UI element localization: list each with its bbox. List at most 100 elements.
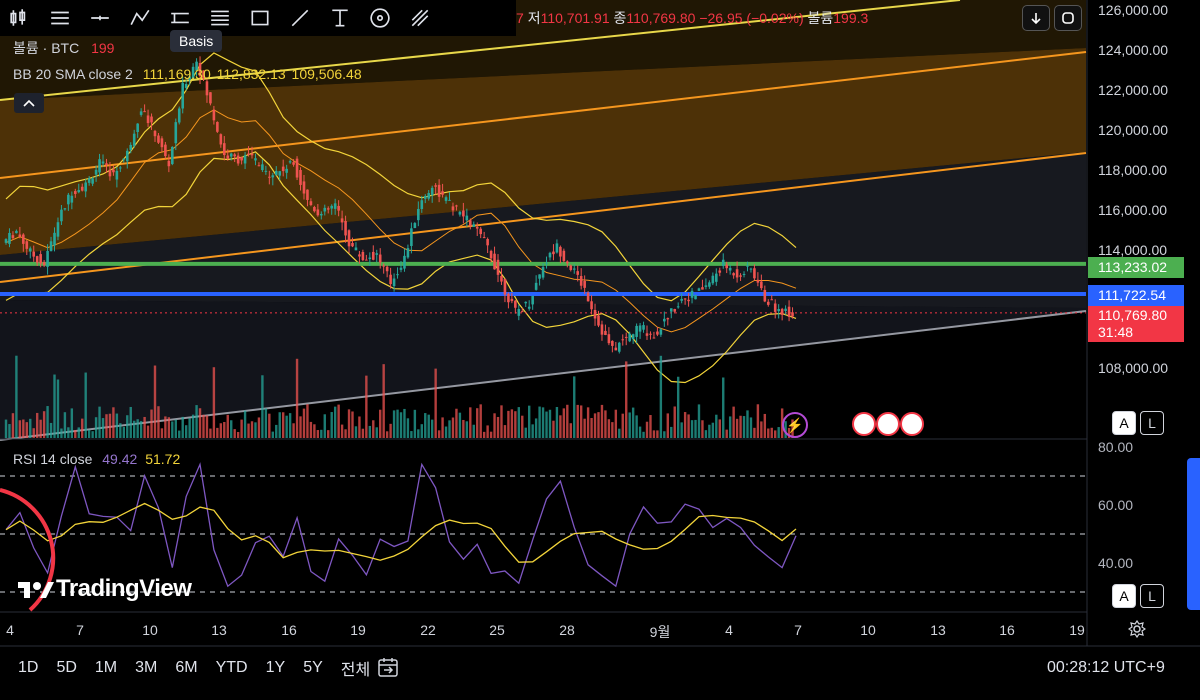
us-flag-icon[interactable] (876, 412, 900, 436)
auto-scale-button[interactable]: A (1112, 411, 1136, 435)
candle-body (475, 227, 479, 229)
candle-body (129, 144, 133, 150)
settings-button[interactable] (1127, 619, 1147, 643)
candle-body (520, 311, 524, 313)
brush-tool[interactable] (400, 0, 440, 36)
candle-body (119, 167, 122, 169)
candle-body (524, 301, 528, 304)
candle-body (153, 130, 157, 137)
volume-bar (534, 418, 538, 438)
volume-bar (91, 431, 94, 438)
volume-bar (621, 413, 624, 438)
volume-bar (11, 413, 15, 438)
candle-body (257, 165, 261, 167)
candle-body (39, 254, 42, 264)
candle-body (718, 270, 722, 273)
volume-bar (645, 421, 649, 438)
ohlc-close: 110,769.80 (626, 10, 696, 26)
current-price: 110,769.80 (1098, 307, 1168, 323)
rsi-auto-scale-button[interactable]: A (1112, 584, 1136, 608)
candle-body (746, 265, 749, 267)
range-button[interactable]: 5D (56, 659, 76, 677)
rectangle-icon-path (251, 10, 269, 26)
volume-bar (697, 404, 701, 438)
volume-bar (465, 421, 469, 438)
scroll-down-button[interactable] (1022, 5, 1050, 31)
candle-body (697, 288, 701, 291)
log-scale-button[interactable]: L (1140, 411, 1164, 435)
candle-body (455, 205, 458, 207)
candle-body (572, 268, 576, 270)
volume-bar (112, 407, 115, 438)
candle-body (434, 185, 437, 187)
candle-body (489, 250, 493, 259)
volume-bar (382, 364, 385, 438)
rsi-axis-label: 80.00 (1098, 439, 1134, 455)
candles-icon (10, 9, 26, 26)
text-tool-icon (332, 9, 348, 27)
text-tool-tool[interactable] (320, 0, 360, 36)
volume-bar (656, 430, 659, 438)
trend-line-tool[interactable] (280, 0, 320, 36)
candle-body (538, 274, 541, 279)
range-button[interactable]: 전체 (341, 656, 370, 680)
range-button[interactable]: 5Y (303, 659, 323, 677)
time-axis-label: 22 (420, 622, 436, 638)
indicators-tool[interactable] (40, 0, 80, 36)
date-range-button[interactable] (376, 656, 400, 685)
candle-body (326, 208, 330, 210)
volume-bar (136, 419, 139, 438)
rsi-log-scale-button[interactable]: L (1140, 584, 1164, 608)
candles-tool[interactable] (0, 0, 40, 36)
range-button[interactable]: 1D (18, 659, 38, 677)
candle-body (56, 222, 60, 237)
candle-body (514, 300, 517, 308)
range-button[interactable]: 6M (175, 659, 197, 677)
volume-bar (119, 423, 122, 438)
volume-bar (216, 427, 219, 438)
volume-bar (562, 408, 566, 438)
pattern-tool[interactable] (120, 0, 160, 36)
candle-body (174, 122, 178, 144)
collapse-legend-button[interactable] (14, 93, 44, 113)
time-axis-label: 19 (1069, 622, 1085, 638)
volume-bar (566, 404, 569, 438)
bb-legend[interactable]: BB 20 SMA close 2 111,169.30 112,832.13 … (13, 66, 362, 82)
rsi-legend[interactable]: RSI 14 close 49.42 51.72 (13, 451, 180, 467)
clock[interactable]: 00:28:12 UTC+9 (1047, 659, 1165, 677)
volume-bar (569, 423, 572, 438)
us-flag-icon[interactable] (900, 412, 924, 436)
candle-body (15, 230, 18, 234)
scroll-handle[interactable] (1187, 458, 1200, 610)
volume-bar (749, 417, 753, 438)
range-button[interactable]: YTD (216, 659, 248, 677)
range-button[interactable]: 1M (95, 659, 117, 677)
volume-bar (320, 429, 323, 438)
us-flag-icon[interactable] (852, 412, 876, 436)
range-button[interactable]: 1Y (266, 659, 286, 677)
horizontal-line-tool[interactable] (80, 0, 120, 36)
candle-body (22, 234, 25, 244)
volume-bar (198, 408, 202, 438)
volume-bar (25, 422, 28, 438)
volume-legend[interactable]: 볼륨 · BTC 199 (13, 38, 114, 58)
candle-body (222, 143, 226, 156)
candle-body (139, 111, 143, 115)
candle-body (399, 267, 403, 270)
candle-body (77, 190, 81, 193)
time-axis-label: 4 (725, 622, 733, 638)
volume-bar (618, 428, 621, 438)
volume-bar (133, 420, 136, 438)
volume-bar (735, 418, 739, 438)
ohlc-prefix: 7 (516, 10, 524, 26)
rsi-axis-label: 40.00 (1098, 555, 1134, 571)
rectangle-tool[interactable] (240, 0, 280, 36)
candle-body (320, 213, 323, 216)
circle-target-tool[interactable] (360, 0, 400, 36)
fullscreen-button[interactable] (1054, 5, 1082, 31)
candle-body (98, 159, 101, 173)
range-button[interactable]: 3M (135, 659, 157, 677)
lightning-icon[interactable]: ⚡ (782, 412, 808, 438)
candle-body (437, 184, 441, 197)
volume-bar (108, 413, 112, 438)
